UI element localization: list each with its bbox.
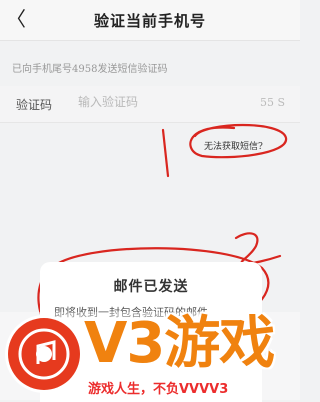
annotation-mark-2: [234, 232, 282, 266]
top-bar: 〈 验证当前手机号: [0, 0, 300, 41]
resend-countdown: 55 S: [260, 96, 286, 109]
no-sms-link[interactable]: 无法获取短信?: [204, 139, 263, 152]
dialog-title: 邮件已发送: [113, 279, 189, 295]
watermark-logo-text: V3游戏: [84, 311, 275, 376]
page-title: 验证当前手机号: [93, 12, 206, 30]
verification-code-input[interactable]: [78, 93, 238, 111]
verification-code-label: 验证码: [16, 98, 53, 112]
music-disc-logo-icon: [8, 318, 80, 390]
watermark-slogan: 游戏人生，不负VVVV3: [88, 382, 229, 397]
sms-sent-hint: 已向手机尾号4958发送短信验证码: [12, 64, 168, 75]
annotation-mark-1: [161, 128, 170, 178]
music-note-icon: [18, 328, 70, 380]
